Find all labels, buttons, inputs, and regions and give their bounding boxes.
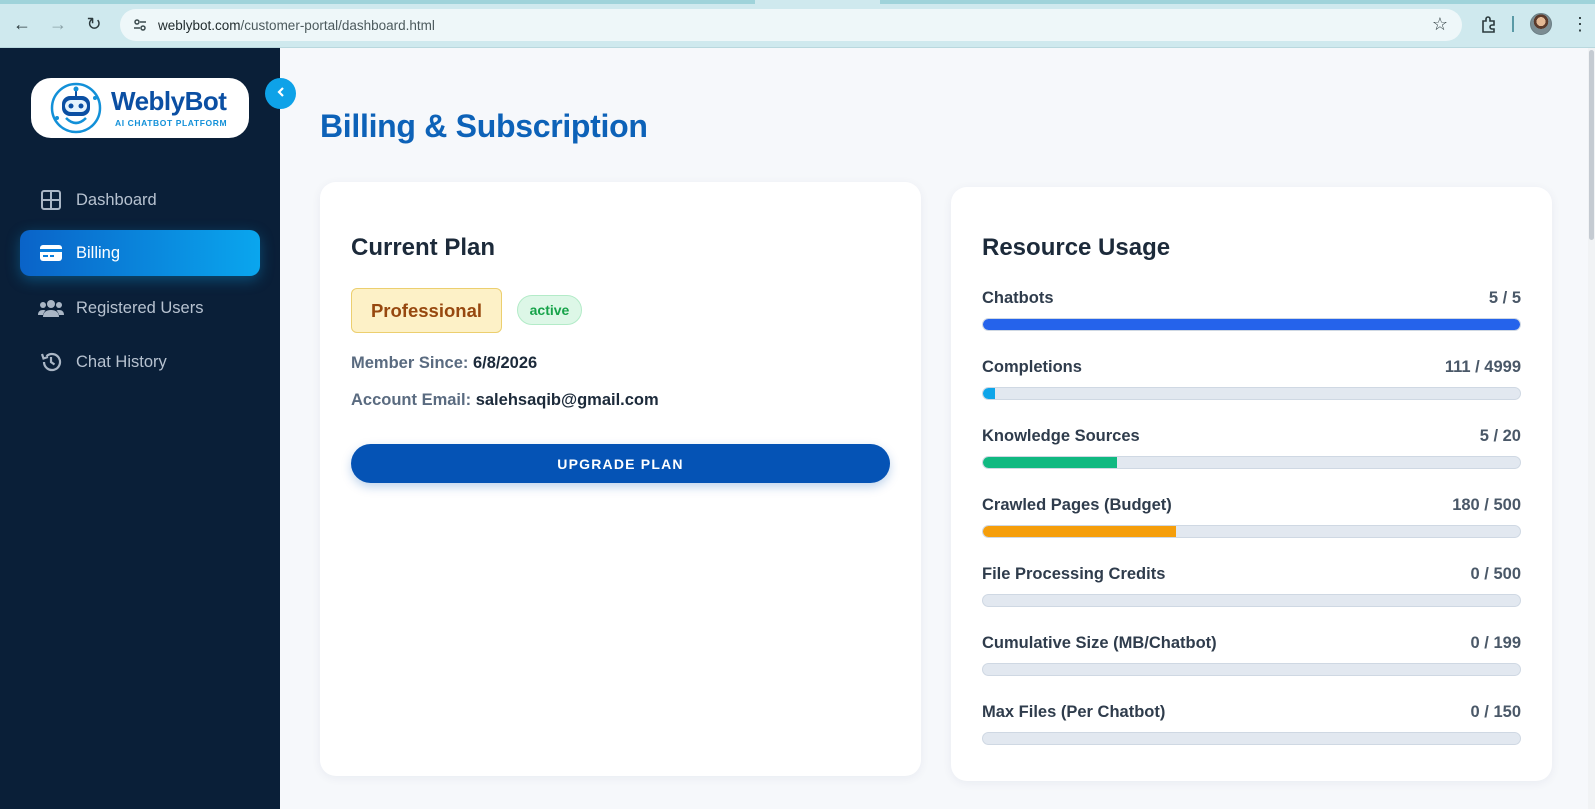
usage-row-cumulative-size: Cumulative Size (MB/Chatbot) 0 / 199 <box>982 634 1521 686</box>
collapse-sidebar-button[interactable] <box>265 78 296 109</box>
toolbar-divider <box>1512 16 1514 32</box>
status-badge: active <box>517 295 582 325</box>
profile-avatar[interactable] <box>1530 13 1552 35</box>
usage-value: 0 / 199 <box>1470 634 1521 652</box>
account-email-label: Account Email: <box>351 391 472 409</box>
usage-label: Chatbots <box>982 289 1054 307</box>
progress-fill <box>983 526 1177 537</box>
progress-track <box>982 525 1521 538</box>
usage-label: Cumulative Size (MB/Chatbot) <box>982 634 1217 652</box>
address-bar[interactable]: weblybot.com/customer-portal/dashboard.h… <box>120 9 1462 41</box>
usage-row-file-processing-credits: File Processing Credits 0 / 500 <box>982 565 1521 617</box>
resource-usage-card: Resource Usage Chatbots 5 / 5 Completion… <box>951 187 1552 781</box>
page-scrollbar-thumb[interactable] <box>1589 50 1594 240</box>
progress-track <box>982 387 1521 400</box>
usage-row-max-files: Max Files (Per Chatbot) 0 / 150 <box>982 703 1521 755</box>
resource-usage-title: Resource Usage <box>982 234 1171 261</box>
users-icon <box>38 295 64 321</box>
url-text: weblybot.com/customer-portal/dashboard.h… <box>158 18 435 33</box>
progress-track <box>982 732 1521 745</box>
sidebar-item-label: Chat History <box>76 352 167 371</box>
usage-label: Completions <box>982 358 1082 376</box>
member-since-label: Member Since: <box>351 354 469 372</box>
logo[interactable]: WeblyBot AI CHATBOT PLATFORM <box>31 78 249 138</box>
usage-value: 0 / 150 <box>1470 703 1521 721</box>
account-email-value: salehsaqib@gmail.com <box>475 391 659 409</box>
usage-value: 5 / 20 <box>1479 427 1521 445</box>
usage-value: 111 / 4999 <box>1444 358 1521 376</box>
member-since-value: 6/8/2026 <box>472 354 538 372</box>
bookmark-star-icon[interactable]: ☆ <box>1432 14 1448 35</box>
usage-label: File Processing Credits <box>982 565 1166 583</box>
usage-row-completions: Completions 111 / 4999 <box>982 358 1521 410</box>
robot-logo-icon <box>50 82 102 134</box>
usage-label: Crawled Pages (Budget) <box>982 496 1172 514</box>
site-info-icon[interactable] <box>130 15 150 35</box>
back-icon[interactable]: ← <box>10 12 34 36</box>
usage-row-knowledge-sources: Knowledge Sources 5 / 20 <box>982 427 1521 479</box>
sidebar-item-label: Registered Users <box>76 298 204 317</box>
progress-fill <box>983 319 1520 330</box>
sidebar-item-label: Billing <box>76 243 121 262</box>
sidebar-item-registered-users[interactable]: Registered Users <box>20 285 260 331</box>
progress-fill <box>983 388 995 399</box>
member-since-row: Member Since: 6/8/2026 <box>351 354 537 373</box>
url-path: /customer-portal/dashboard.html <box>240 17 435 33</box>
forward-icon[interactable]: → <box>46 12 70 36</box>
chevron-left-icon <box>275 85 287 103</box>
grid-icon <box>38 187 64 213</box>
browser-toolbar: ← → ↻ weblybot.com/customer-portal/dashb… <box>0 0 1595 48</box>
usage-row-crawled-pages: Crawled Pages (Budget) 180 / 500 <box>982 496 1521 548</box>
credit-card-icon <box>38 240 64 266</box>
sidebar-item-chat-history[interactable]: Chat History <box>20 339 260 385</box>
plan-name-badge: Professional <box>351 288 502 333</box>
tab-strip <box>0 0 1595 4</box>
usage-label: Knowledge Sources <box>982 427 1140 445</box>
upgrade-plan-button[interactable]: UPGRADE PLAN <box>351 444 890 483</box>
logo-subtitle: AI CHATBOT PLATFORM <box>115 118 228 128</box>
usage-value: 5 / 5 <box>1488 289 1521 307</box>
current-plan-card: Current Plan Professional active Member … <box>320 182 921 776</box>
page-title: Billing & Subscription <box>320 108 648 144</box>
current-plan-title: Current Plan <box>351 234 496 261</box>
progress-fill <box>983 457 1118 468</box>
progress-track <box>982 663 1521 676</box>
extensions-icon[interactable] <box>1478 13 1500 35</box>
sidebar-item-dashboard[interactable]: Dashboard <box>20 177 260 223</box>
sidebar-item-label: Dashboard <box>76 190 157 209</box>
sidebar-item-billing[interactable]: Billing <box>20 230 260 276</box>
account-email-row: Account Email: salehsaqib@gmail.com <box>351 391 659 410</box>
url-domain: weblybot.com <box>158 17 241 33</box>
usage-row-chatbots: Chatbots 5 / 5 <box>982 289 1521 341</box>
usage-value: 0 / 500 <box>1470 565 1521 583</box>
logo-title: WeblyBot <box>111 86 227 116</box>
history-icon <box>38 349 64 375</box>
progress-track <box>982 456 1521 469</box>
usage-label: Max Files (Per Chatbot) <box>982 703 1166 721</box>
progress-track <box>982 594 1521 607</box>
reload-icon[interactable]: ↻ <box>82 12 106 36</box>
menu-kebab-icon[interactable]: ⋮ <box>1570 12 1590 36</box>
usage-value: 180 / 500 <box>1452 496 1521 514</box>
sidebar: WeblyBot AI CHATBOT PLATFORM Dashboard B… <box>0 48 280 809</box>
progress-track <box>982 318 1521 331</box>
